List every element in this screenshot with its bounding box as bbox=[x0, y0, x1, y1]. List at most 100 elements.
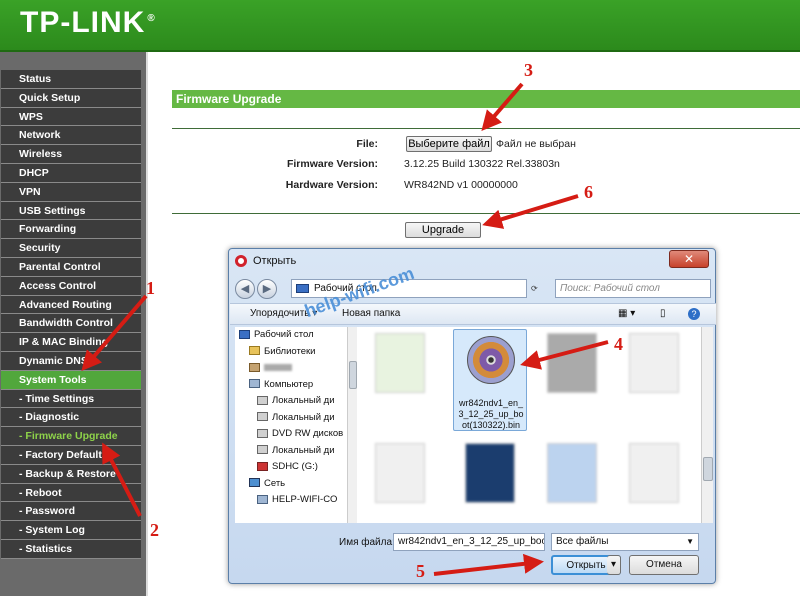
photoshop-file-icon bbox=[465, 443, 515, 503]
sidebar-item-reboot[interactable]: - Reboot bbox=[1, 483, 141, 503]
firmware-version-label: Firmware Version: bbox=[286, 158, 378, 170]
hardware-version-label: Hardware Version: bbox=[285, 179, 378, 191]
sidebar-item-system-log[interactable]: - System Log bbox=[1, 521, 141, 540]
sd-card-icon bbox=[257, 461, 268, 471]
tree-item-label: Библиотеки bbox=[264, 345, 316, 357]
sidebar-item-quick-setup[interactable]: Quick Setup bbox=[1, 88, 141, 108]
filetype-select[interactable]: Все файлы ▼ bbox=[551, 533, 699, 551]
sidebar-item-dynamic-dns[interactable]: Dynamic DNS bbox=[1, 351, 141, 371]
tree-item-network-pc[interactable]: HELP-WIFI-CO bbox=[235, 492, 347, 509]
forward-icon[interactable]: ▶ bbox=[257, 279, 277, 299]
file-item-blurred[interactable] bbox=[363, 439, 437, 541]
file-item-blurred[interactable] bbox=[535, 439, 609, 541]
sidebar-item-usb-settings[interactable]: USB Settings bbox=[1, 201, 141, 221]
desktop-icon bbox=[296, 284, 309, 293]
tree-item-sdhc[interactable]: SDHC (G:) bbox=[235, 459, 347, 476]
sidebar-item-status[interactable]: Status bbox=[1, 70, 141, 89]
tree-item-desktop[interactable]: Рабочий стол bbox=[235, 327, 347, 344]
opera-icon bbox=[235, 255, 247, 267]
blurred-username bbox=[264, 363, 292, 371]
file-name: wr842ndv1_en_ 3_12_25_up_bo ot(130322).b… bbox=[454, 398, 528, 431]
file-item-blurred[interactable] bbox=[363, 329, 437, 431]
computer-icon bbox=[257, 494, 268, 504]
sidebar-item-network[interactable]: Network bbox=[1, 126, 141, 146]
sidebar-item-firmware-upgrade[interactable]: - Firmware Upgrade bbox=[1, 427, 141, 446]
sidebar-item-bandwidth-control[interactable]: Bandwidth Control bbox=[1, 314, 141, 334]
drive-icon bbox=[257, 395, 268, 405]
preview-pane-icon[interactable]: ▯ bbox=[660, 308, 666, 319]
tree-scrollbar[interactable] bbox=[347, 327, 357, 523]
file-name-line: 3_12_25_up_bo bbox=[458, 409, 524, 419]
sidebar-item-system-tools[interactable]: System Tools bbox=[1, 370, 141, 390]
callout-5: 5 bbox=[416, 561, 425, 581]
sidebar-item-password[interactable]: - Password bbox=[1, 502, 141, 522]
document-icon bbox=[629, 333, 679, 393]
sidebar-item-time-settings[interactable]: - Time Settings bbox=[1, 389, 141, 409]
callout-6: 6 bbox=[584, 182, 593, 202]
view-icon[interactable]: ▦ ▾ bbox=[618, 308, 635, 319]
file-list-scrollbar[interactable] bbox=[701, 327, 713, 523]
file-list: wr842ndv1_en_ 3_12_25_up_bo ot(130322).b… bbox=[357, 327, 701, 523]
tree-item-label: SDHC (G:) bbox=[272, 461, 318, 472]
sidebar-item-dhcp[interactable]: DHCP bbox=[1, 163, 141, 183]
open-dropdown-icon[interactable]: ▾ bbox=[607, 555, 621, 575]
tree-item-network[interactable]: Сеть bbox=[235, 476, 347, 493]
filename-input[interactable]: wr842ndv1_en_3_12_25_up_boot bbox=[393, 533, 545, 551]
help-icon[interactable]: ? bbox=[688, 308, 700, 320]
file-item-firmware-bin[interactable]: wr842ndv1_en_ 3_12_25_up_bo ot(130322).b… bbox=[453, 329, 527, 431]
file-item-blurred[interactable] bbox=[453, 439, 527, 541]
no-file-chosen-text: Файл не выбран bbox=[496, 138, 576, 150]
folder-tree: Рабочий стол Библиотеки Компьютер Локаль… bbox=[235, 327, 347, 523]
tree-item-local-disk[interactable]: Локальный ди bbox=[235, 393, 347, 410]
tree-item-label: Локальный ди bbox=[272, 395, 335, 406]
close-button[interactable]: ✕ bbox=[669, 250, 709, 268]
tree-item-dvd[interactable]: DVD RW дисков bbox=[235, 426, 347, 443]
tree-item-label: Локальный ди bbox=[272, 411, 335, 423]
filetype-value: Все файлы bbox=[556, 536, 609, 547]
screenshot-root: TP-LINK ® Status Quick Setup WPS Network … bbox=[0, 0, 800, 596]
tree-item-computer[interactable]: Компьютер bbox=[235, 377, 347, 394]
sidebar-item-advanced-routing[interactable]: Advanced Routing bbox=[1, 295, 141, 315]
sidebar-item-wps[interactable]: WPS bbox=[1, 107, 141, 127]
tree-item-local-disk[interactable]: Локальный ди bbox=[235, 443, 347, 460]
tree-item-libraries[interactable]: Библиотеки bbox=[235, 344, 347, 361]
sidebar-item-wireless[interactable]: Wireless bbox=[1, 145, 141, 164]
sidebar-item-parental-control[interactable]: Parental Control bbox=[1, 257, 141, 277]
search-input[interactable]: Поиск: Рабочий стол bbox=[555, 279, 711, 298]
tree-item-label: Рабочий стол bbox=[254, 329, 314, 340]
back-icon[interactable]: ◀ bbox=[235, 279, 255, 299]
desktop-icon bbox=[239, 329, 250, 339]
firmware-version-value: 3.12.25 Build 130322 Rel.33803n bbox=[404, 158, 560, 170]
sidebar-item-security[interactable]: Security bbox=[1, 239, 141, 258]
cancel-button[interactable]: Отмена bbox=[629, 555, 699, 575]
choose-file-button[interactable]: Выберите файл bbox=[406, 136, 492, 152]
scroll-thumb[interactable] bbox=[349, 361, 357, 389]
file-item-blurred[interactable] bbox=[535, 329, 609, 431]
sidebar-item-vpn[interactable]: VPN bbox=[1, 182, 141, 202]
tools-icon bbox=[547, 333, 597, 393]
user-folder-icon bbox=[249, 362, 260, 372]
tree-item-user[interactable] bbox=[235, 360, 347, 377]
sidebar-item-ip-mac-binding[interactable]: IP & MAC Binding bbox=[1, 333, 141, 352]
file-open-dialog: Открыть ✕ ◀ ▶ Рабочий стол ⟳ Поиск: Рабо… bbox=[228, 248, 716, 584]
file-item-blurred[interactable] bbox=[617, 439, 691, 541]
library-icon bbox=[249, 346, 260, 356]
new-folder-button[interactable]: Новая папка bbox=[342, 308, 400, 319]
refresh-icon[interactable]: ⟳ bbox=[531, 284, 538, 293]
scroll-thumb[interactable] bbox=[703, 457, 713, 481]
logo-text: TP-LINK bbox=[20, 6, 146, 39]
file-name-line: ot(130322).bin bbox=[461, 420, 521, 430]
upgrade-button[interactable]: Upgrade bbox=[405, 222, 481, 238]
sidebar-item-backup-restore[interactable]: - Backup & Restore bbox=[1, 464, 141, 484]
document-icon bbox=[375, 443, 425, 503]
file-item-blurred[interactable] bbox=[617, 329, 691, 431]
sidebar-item-access-control[interactable]: Access Control bbox=[1, 276, 141, 296]
sidebar-item-factory-defaults[interactable]: - Factory Defaults bbox=[1, 445, 141, 465]
tree-item-local-disk[interactable]: Локальный ди bbox=[235, 410, 347, 427]
chevron-down-icon: ▼ bbox=[686, 537, 694, 546]
sidebar-item-diagnostic[interactable]: - Diagnostic bbox=[1, 408, 141, 428]
sidebar-item-statistics[interactable]: - Statistics bbox=[1, 539, 141, 559]
sidebar-item-forwarding[interactable]: Forwarding bbox=[1, 220, 141, 240]
tree-item-label: Локальный ди bbox=[272, 444, 335, 456]
divider bbox=[172, 213, 800, 214]
